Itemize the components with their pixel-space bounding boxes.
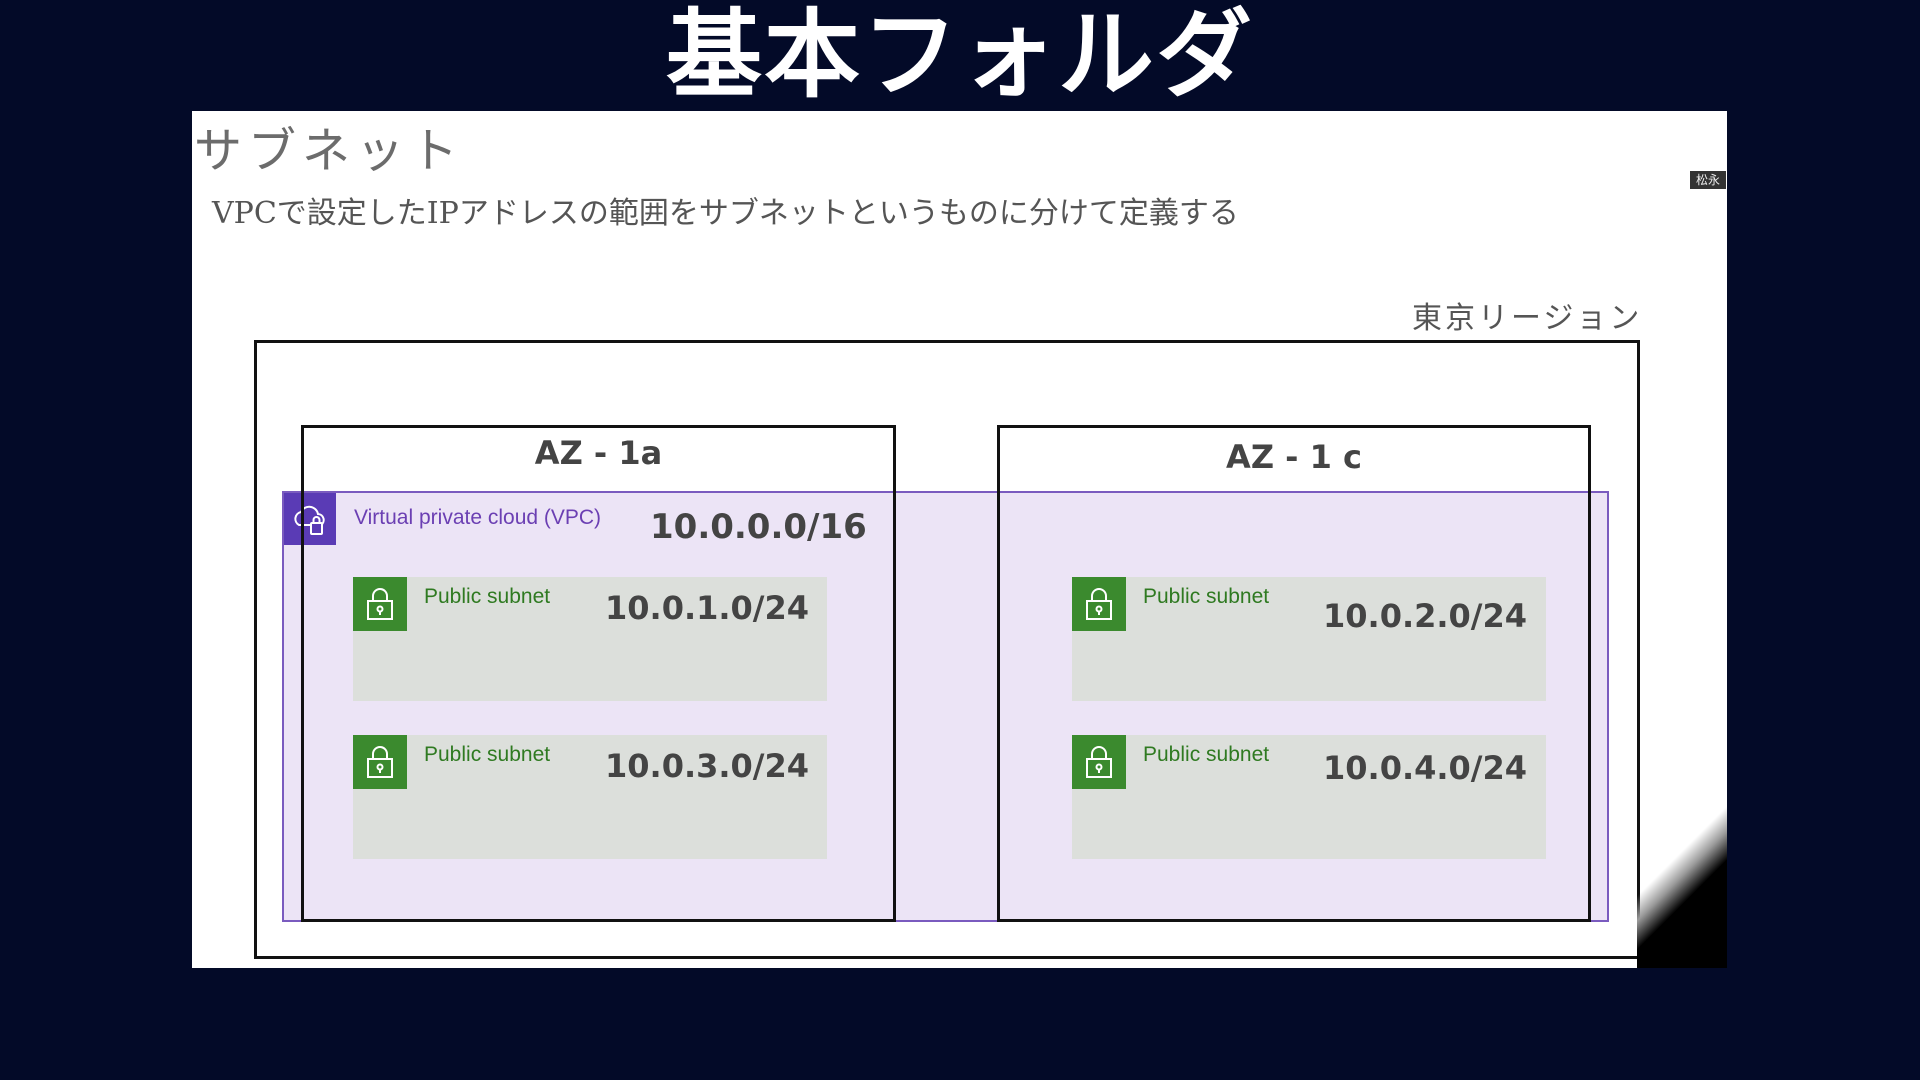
- lock-icon: [353, 577, 407, 631]
- banner-title: 基本フォルダ: [666, 0, 1254, 111]
- subnet-card: Public subnet 10.0.4.0/24: [1072, 735, 1546, 859]
- subnet-label: Public subnet: [424, 743, 551, 766]
- lock-icon: [353, 735, 407, 789]
- subnet-cidr: 10.0.4.0/24: [1323, 749, 1528, 787]
- subnet-label: Public subnet: [1143, 743, 1270, 766]
- subnet-card: Public subnet 10.0.1.0/24: [353, 577, 827, 701]
- subnet-cidr: 10.0.3.0/24: [605, 747, 810, 785]
- az-label: AZ - 1a: [534, 434, 663, 472]
- subnet-cidr: 10.0.1.0/24: [605, 589, 810, 627]
- region-label: 東京リージョン: [1412, 301, 1643, 336]
- slide-title: サブネット: [194, 123, 465, 179]
- lock-icon: [1072, 577, 1126, 631]
- slide: サブネット VPCで設定したIPアドレスの範囲をサブネットというものに分けて定義…: [192, 111, 1727, 968]
- subnet-card: Public subnet 10.0.3.0/24: [353, 735, 827, 859]
- lock-icon: [1072, 735, 1126, 789]
- subnet-card: Public subnet 10.0.2.0/24: [1072, 577, 1546, 701]
- subnet-label: Public subnet: [424, 585, 551, 608]
- subnet-label: Public subnet: [1143, 585, 1270, 608]
- subnet-cidr: 10.0.2.0/24: [1323, 597, 1528, 635]
- az-label: AZ - 1 c: [1226, 438, 1362, 476]
- slide-subtitle: VPCで設定したIPアドレスの範囲をサブネットというものに分けて定義する: [212, 196, 1239, 231]
- corner-tag: 松永: [1690, 171, 1726, 189]
- page-curl: [1637, 698, 1727, 968]
